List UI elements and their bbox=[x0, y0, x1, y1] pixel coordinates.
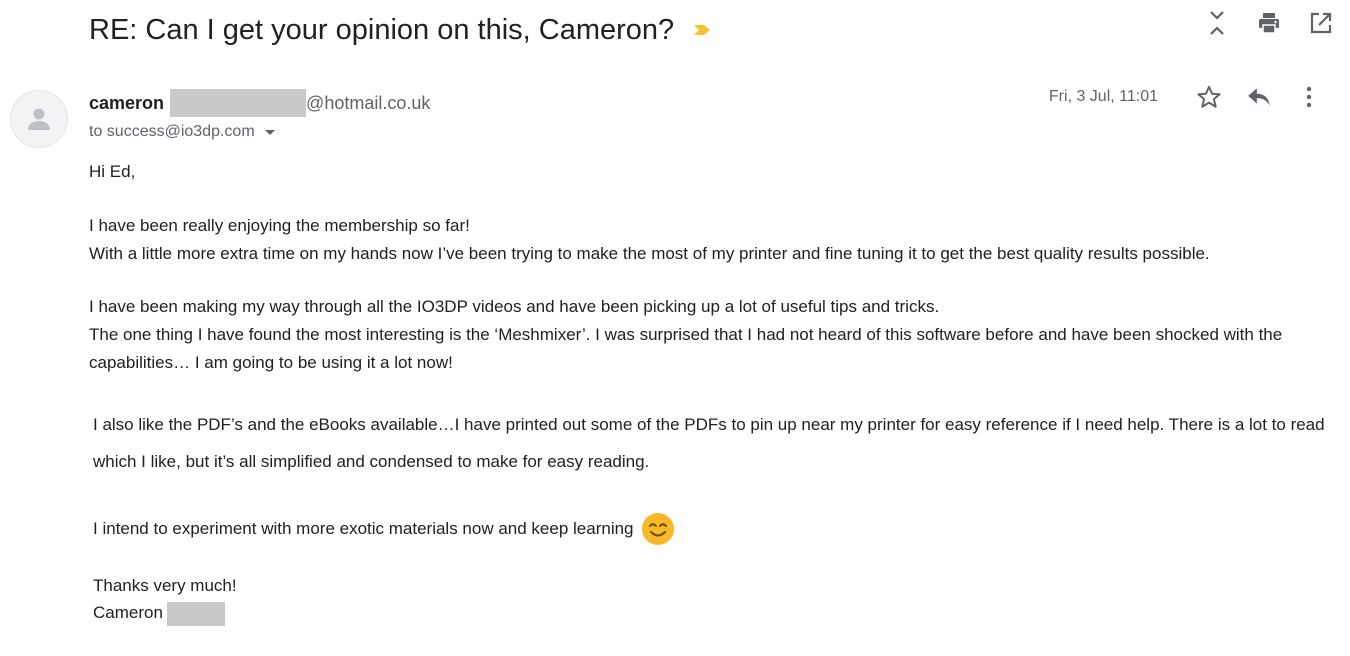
print-icon bbox=[1259, 13, 1279, 34]
star-icon bbox=[1197, 85, 1221, 108]
paragraph-4: I intend to experiment with more exotic … bbox=[93, 511, 676, 547]
more-vert-icon bbox=[1306, 86, 1312, 108]
show-details-chevron-down-icon[interactable] bbox=[264, 129, 275, 135]
smiling-face-icon bbox=[641, 513, 674, 545]
more-options-button[interactable] bbox=[1296, 84, 1322, 110]
greeting: Hi Ed, bbox=[89, 162, 136, 181]
sender-name[interactable]: cameron bbox=[89, 93, 164, 114]
sender-avatar[interactable] bbox=[10, 90, 68, 148]
collapse-all-icon bbox=[1210, 11, 1224, 35]
paragraph-2: I have been making my way through all th… bbox=[89, 293, 1334, 377]
email-subject: RE: Can I get your opinion on this, Came… bbox=[89, 10, 712, 50]
paragraph-2-line-1: I have been making my way through all th… bbox=[89, 297, 940, 316]
redacted-email-user bbox=[170, 89, 307, 117]
signature-name: Cameron bbox=[93, 603, 163, 622]
reply-icon bbox=[1248, 88, 1270, 106]
paragraph-1-line-2: With a little more extra time on my hand… bbox=[89, 244, 1210, 263]
message-date: Fri, 3 Jul, 11:01 bbox=[1048, 88, 1158, 105]
paragraph-3: I also like the PDF’s and the eBooks ava… bbox=[93, 415, 1325, 471]
message-actions: Fri, 3 Jul, 11:01 bbox=[1049, 84, 1334, 110]
collapse-all-button[interactable] bbox=[1204, 10, 1230, 36]
print-button[interactable] bbox=[1256, 10, 1282, 36]
default-avatar-icon bbox=[28, 108, 50, 130]
thread-toolbar bbox=[1204, 10, 1334, 36]
recipient-line: to success@io3dp.com bbox=[89, 120, 275, 144]
recipient-text: to success@io3dp.com bbox=[89, 123, 255, 140]
subject-text: RE: Can I get your opinion on this, Came… bbox=[89, 13, 675, 46]
open-in-new-window-icon bbox=[1310, 12, 1332, 34]
reply-button[interactable] bbox=[1246, 84, 1272, 110]
open-in-new-window-button[interactable] bbox=[1308, 10, 1334, 36]
signature-line: Cameron bbox=[93, 599, 237, 626]
paragraph-2-line-2: The one thing I have found the most inte… bbox=[89, 325, 1283, 372]
paragraph-4-text: I intend to experiment with more exotic … bbox=[93, 519, 634, 538]
signature-block: Thanks very much! Cameron bbox=[93, 572, 237, 626]
redacted-surname bbox=[166, 601, 225, 626]
sign-off: Thanks very much! bbox=[93, 576, 237, 595]
sender-email-domain: @hotmail.co.uk bbox=[306, 92, 431, 113]
paragraph-1: I have been really enjoying the membersh… bbox=[89, 212, 1329, 268]
paragraph-1-line-1: I have been really enjoying the membersh… bbox=[89, 216, 470, 235]
sender-line: cameron @hotmail.co.uk bbox=[89, 88, 430, 118]
star-button[interactable] bbox=[1196, 84, 1222, 110]
importance-marker-icon[interactable] bbox=[692, 20, 712, 40]
